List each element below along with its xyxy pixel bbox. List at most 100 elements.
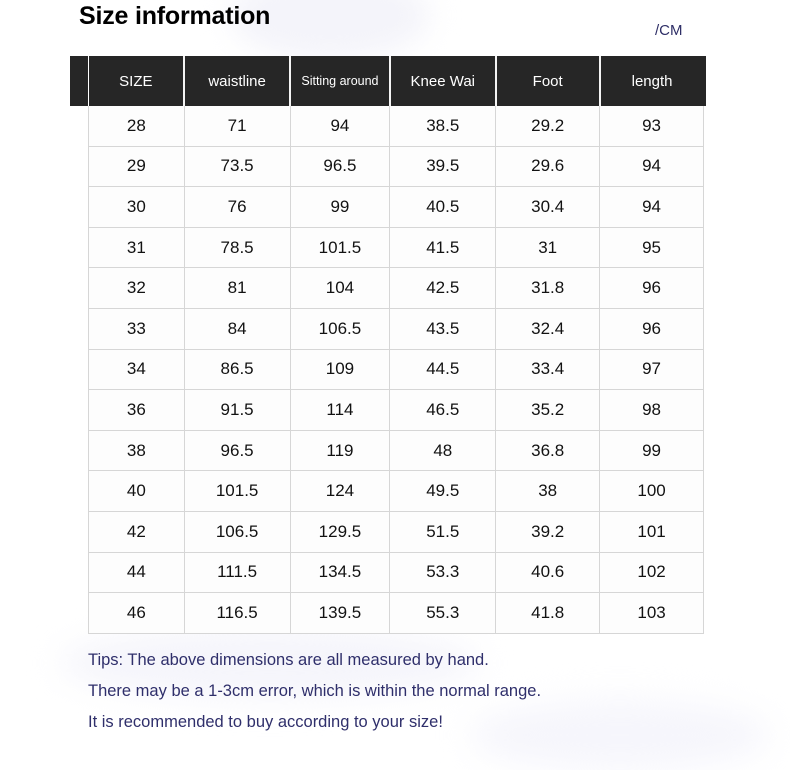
cell-foot: 31 — [495, 226, 601, 269]
cell-foot: 39.2 — [495, 510, 601, 553]
cell-waistline: 106.5 — [183, 510, 291, 553]
cell-waistline: 96.5 — [183, 429, 291, 472]
cell-knee-wai: 40.5 — [389, 186, 497, 228]
cell-foot: 41.8 — [495, 592, 601, 634]
table-row: 46 116.5 139.5 55.3 41.8 103 — [88, 592, 704, 634]
header-cap-left — [70, 56, 88, 106]
cell-length: 103 — [599, 592, 704, 634]
cell-length: 95 — [599, 226, 704, 269]
cell-length: 97 — [599, 348, 704, 391]
cell-knee-wai: 38.5 — [389, 106, 497, 147]
cell-waistline: 73.5 — [183, 145, 291, 188]
tip-line-2: There may be a 1-3cm error, which is wit… — [88, 682, 542, 700]
table-row: 42 106.5 129.5 51.5 39.2 101 — [88, 510, 704, 553]
cell-sitting-around: 134.5 — [289, 551, 391, 594]
table-row: 29 73.5 96.5 39.5 29.6 94 — [88, 145, 704, 188]
cell-knee-wai: 43.5 — [389, 307, 497, 350]
cell-knee-wai: 49.5 — [389, 470, 497, 512]
cell-foot: 29.6 — [495, 145, 601, 188]
cell-sitting-around: 129.5 — [289, 510, 391, 553]
cell-length: 96 — [599, 267, 704, 309]
cell-waistline: 84 — [183, 307, 291, 350]
table-row: 33 84 106.5 43.5 32.4 96 — [88, 307, 704, 350]
cell-length: 94 — [599, 145, 704, 188]
cell-size: 29 — [88, 145, 185, 188]
tips-block: Tips: The above dimensions are all measu… — [88, 645, 541, 738]
cell-size: 33 — [88, 307, 185, 350]
header-cap-right — [688, 56, 706, 106]
cell-length: 100 — [599, 470, 704, 512]
cell-size: 44 — [88, 551, 185, 594]
cell-foot: 35.2 — [495, 389, 601, 431]
cell-waistline: 101.5 — [183, 470, 291, 512]
table-row: 30 76 99 40.5 30.4 94 — [88, 186, 704, 228]
tip-line-3: It is recommended to buy according to yo… — [88, 713, 443, 731]
page-title: Size information — [79, 2, 271, 30]
cell-knee-wai: 46.5 — [389, 389, 497, 431]
table-row: 32 81 104 42.5 31.8 96 — [88, 267, 704, 309]
cell-sitting-around: 99 — [289, 186, 391, 228]
cell-waistline: 116.5 — [183, 592, 291, 634]
cell-knee-wai: 53.3 — [389, 551, 497, 594]
cell-knee-wai: 55.3 — [389, 592, 497, 634]
cell-waistline: 76 — [183, 186, 291, 228]
table-row: 28 71 94 38.5 29.2 93 — [88, 106, 704, 147]
cell-length: 94 — [599, 186, 704, 228]
cell-waistline: 111.5 — [183, 551, 291, 594]
cell-sitting-around: 124 — [289, 470, 391, 512]
cell-waistline: 86.5 — [183, 348, 291, 391]
size-table-container: SIZE waistline Sitting around Knee Wai F… — [70, 56, 706, 634]
cell-foot: 36.8 — [495, 429, 601, 472]
cell-knee-wai: 41.5 — [389, 226, 497, 269]
cell-waistline: 81 — [183, 267, 291, 309]
cell-sitting-around: 119 — [289, 429, 391, 472]
cell-size: 36 — [88, 389, 185, 431]
cell-foot: 40.6 — [495, 551, 601, 594]
cell-foot: 33.4 — [495, 348, 601, 391]
cell-knee-wai: 42.5 — [389, 267, 497, 309]
cell-size: 28 — [88, 106, 185, 147]
cell-size: 40 — [88, 470, 185, 512]
table-row: 38 96.5 119 48 36.8 99 — [88, 429, 704, 472]
unit-label: /CM — [655, 22, 683, 39]
cell-size: 30 — [88, 186, 185, 228]
cell-waistline: 71 — [183, 106, 291, 147]
cell-size: 31 — [88, 226, 185, 269]
cell-sitting-around: 94 — [289, 106, 391, 147]
table-row: 36 91.5 114 46.5 35.2 98 — [88, 389, 704, 431]
cell-sitting-around: 101.5 — [289, 226, 391, 269]
cell-knee-wai: 44.5 — [389, 348, 497, 391]
size-information-table: SIZE waistline Sitting around Knee Wai F… — [88, 56, 704, 634]
cell-length: 96 — [599, 307, 704, 350]
cell-size: 42 — [88, 510, 185, 553]
cell-length: 101 — [599, 510, 704, 553]
table-header: SIZE waistline Sitting around Knee Wai F… — [88, 56, 704, 106]
cell-knee-wai: 48 — [389, 429, 497, 472]
cell-sitting-around: 109 — [289, 348, 391, 391]
table-header-row: SIZE waistline Sitting around Knee Wai F… — [88, 56, 704, 106]
cell-waistline: 91.5 — [183, 389, 291, 431]
cell-sitting-around: 104 — [289, 267, 391, 309]
cell-length: 93 — [599, 106, 704, 147]
cell-sitting-around: 106.5 — [289, 307, 391, 350]
cell-sitting-around: 139.5 — [289, 592, 391, 634]
cell-foot: 31.8 — [495, 267, 601, 309]
cell-foot: 32.4 — [495, 307, 601, 350]
cell-waistline: 78.5 — [183, 226, 291, 269]
cell-knee-wai: 51.5 — [389, 510, 497, 553]
cell-length: 99 — [599, 429, 704, 472]
cell-length: 102 — [599, 551, 704, 594]
cell-size: 34 — [88, 348, 185, 391]
cell-sitting-around: 114 — [289, 389, 391, 431]
cell-knee-wai: 39.5 — [389, 145, 497, 188]
cell-size: 46 — [88, 592, 185, 634]
cell-length: 98 — [599, 389, 704, 431]
column-header-sitting-around: Sitting around — [290, 56, 391, 106]
column-header-size: SIZE — [88, 56, 186, 106]
tip-line-1: Tips: The above dimensions are all measu… — [88, 651, 489, 669]
cell-foot: 29.2 — [495, 106, 601, 147]
table-row: 31 78.5 101.5 41.5 31 95 — [88, 226, 704, 269]
table-row: 40 101.5 124 49.5 38 100 — [88, 470, 704, 512]
column-header-knee-wai: Knee Wai — [389, 56, 497, 106]
cell-foot: 30.4 — [495, 186, 601, 228]
